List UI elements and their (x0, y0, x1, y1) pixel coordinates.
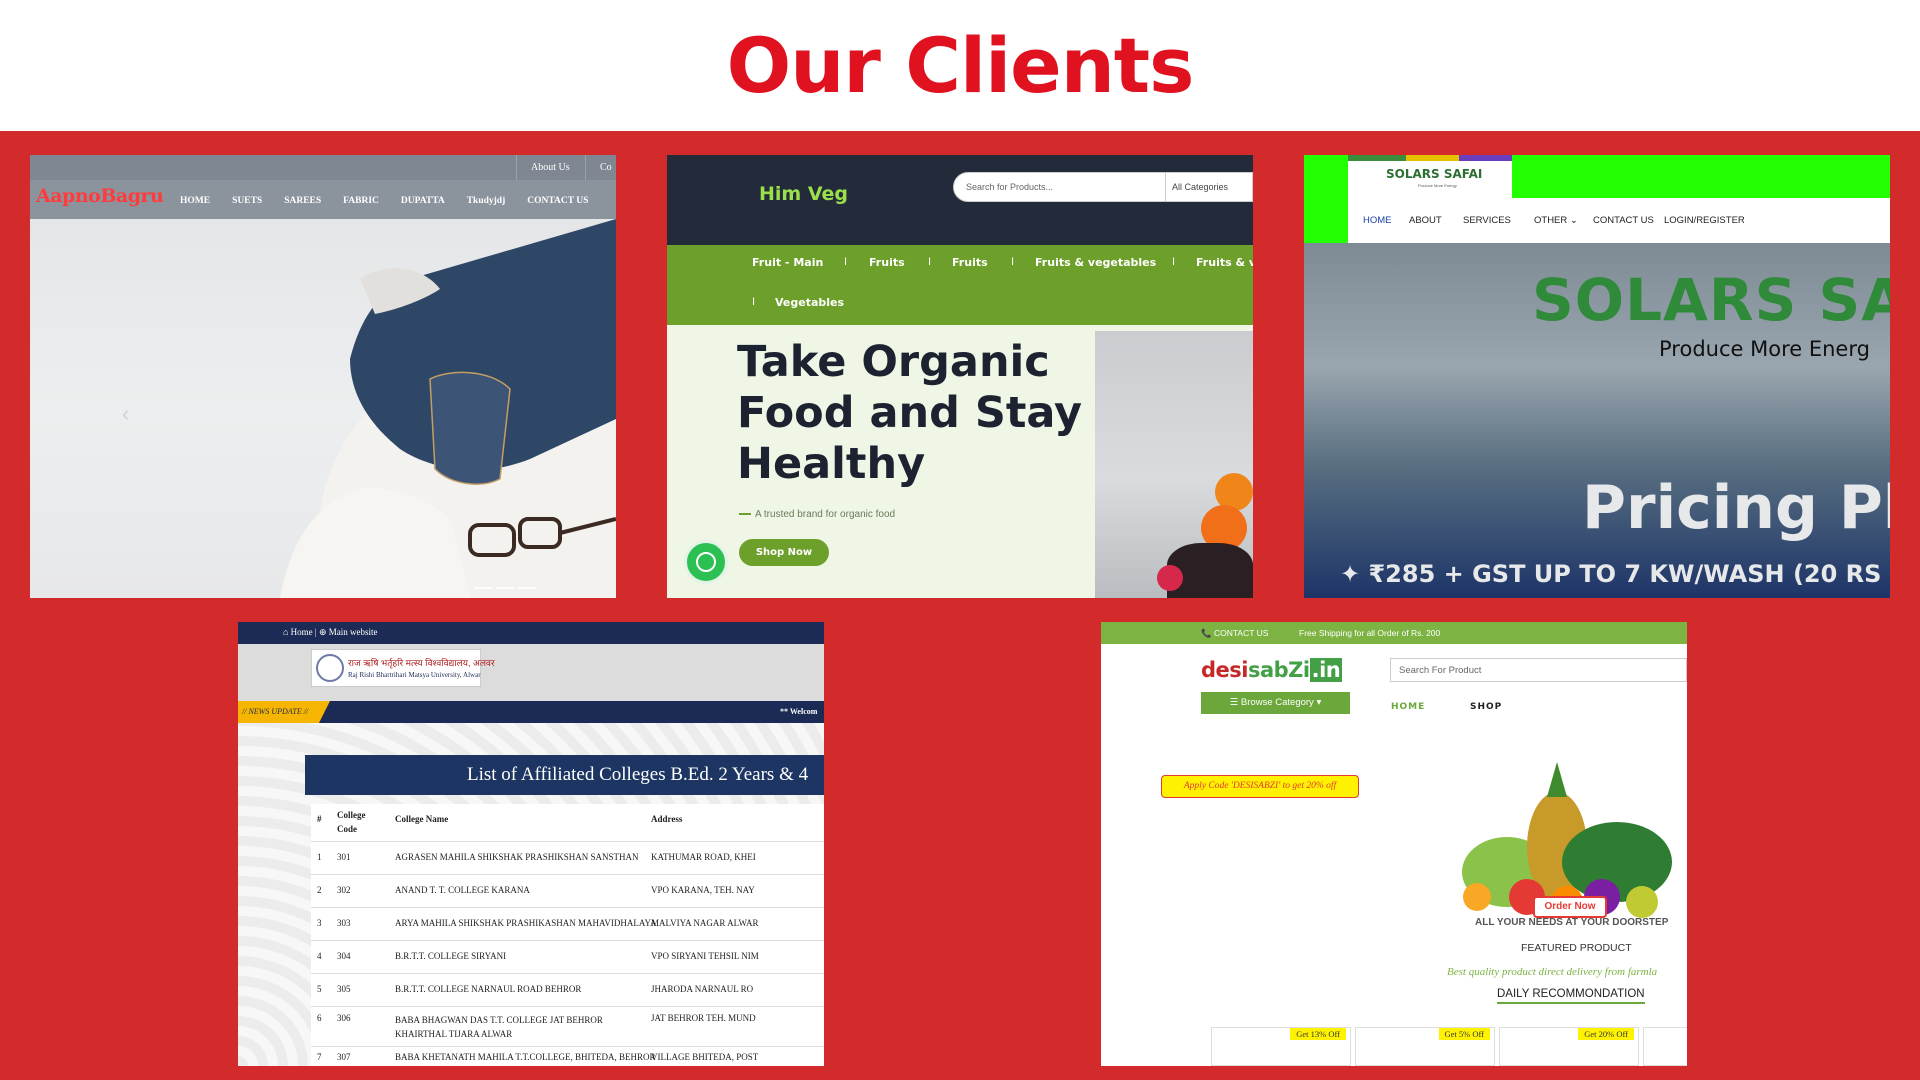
menu-tkudyjdj[interactable]: Tkudyjdj (467, 196, 506, 206)
menu-home[interactable]: HOME (1391, 702, 1425, 712)
client-card-desisabzi[interactable]: 📞 CONTACT US Free Shipping for all Order… (1101, 622, 1687, 1066)
price-offer: ✦ ₹285 + GST UP TO 7 KW/WASH (20 RS FOR (1340, 560, 1890, 588)
slider-prev-arrow[interactable]: ‹ (122, 401, 129, 427)
menu-about[interactable]: ABOUT (1409, 215, 1442, 226)
search-input[interactable]: Search for Products... (966, 182, 1053, 192)
hero-tagline: A trusted brand for organic food (739, 509, 895, 520)
news-update-label: // NEWS UPDATE // (238, 701, 330, 723)
table-row: 2 302 ANAND T. T. COLLEGE KARANA VPO KARANA… (311, 875, 824, 908)
vegetables-basket-image (1462, 762, 1672, 918)
client-card-aapnobagru[interactable]: About Us Co AapnoBagru HOME SUETS SAREES… (30, 155, 616, 598)
page-title: Our Clients (726, 21, 1195, 110)
search-box[interactable]: Search for Products... All Categories (953, 172, 1253, 202)
table-row: 5 305 B.R.T.T. COLLEGE NARNAUL ROAD BEHROR… (311, 974, 824, 1007)
shop-now-button[interactable]: Shop Now (739, 539, 829, 566)
category-select[interactable]: All Categories (1165, 173, 1253, 201)
product-card[interactable]: Get 13% Off (1211, 1027, 1351, 1066)
nav-fruits-vegetables[interactable]: Fruits & vegetables (1035, 256, 1156, 269)
table-row: 4 304 B.R.T.T. COLLEGE SIRYANI VPO SIRYANI … (311, 941, 824, 974)
contact-us-link[interactable]: 📞 CONTACT US (1201, 628, 1268, 639)
client-card-himveg[interactable]: Him Veg Search for Products... All Categ… (667, 155, 1253, 598)
client-card-matsya-university[interactable]: ⌂ Home | ⊕ Main website राज ऋषि भर्तृहरि… (238, 622, 824, 1066)
jeans-sweater-photo (280, 219, 616, 598)
site-logo[interactable]: AapnoBagru (36, 185, 164, 207)
category-nav: Fruit - Main I Fruits I Fruits I Fruits … (667, 245, 1253, 325)
menu-dupatta[interactable]: DUPATTA (401, 196, 445, 206)
list-heading: List of Affiliated Colleges B.Ed. 2 Year… (305, 755, 824, 795)
berry-shape (1157, 565, 1183, 591)
nav-fruits-2[interactable]: Fruits (952, 256, 988, 269)
hero-slider (30, 219, 616, 598)
home-links[interactable]: ⌂ Home | ⊕ Main website (283, 627, 377, 638)
table-row: 7 307 BABA KHETANATH MAHILA T.T.COLLEGE, B… (311, 1047, 824, 1066)
menu-other[interactable]: OTHER ⌄ (1534, 215, 1578, 226)
menu-sarees[interactable]: SAREES (284, 196, 321, 206)
site-logo[interactable]: SOLARS SAFAI Produce More Energy (1348, 155, 1512, 198)
doorstep-tagline: ALL YOUR NEEDS AT YOUR DOORSTEP (1475, 917, 1669, 928)
university-logo[interactable]: राज ऋषि भर्तृहरि मत्स्य विश्वविद्यालय, अ… (311, 649, 495, 687)
clients-page: Our Clients About Us Co AapnoBagru HOME … (0, 0, 1920, 1080)
nav-vegetables[interactable]: Vegetables (775, 296, 844, 309)
top-bar: About Us Co (30, 155, 616, 180)
table-row: 3 303 ARYA MAHILA SHIKSHAK PRASHIKASHAN MA… (311, 908, 824, 941)
table-row: 1 301 AGRASEN MAHILA SHIKSHAK PRASHIKSHAN … (311, 842, 824, 875)
menu-fabric[interactable]: FABRIC (343, 196, 379, 206)
hero-brand: SOLARS SA (1532, 266, 1890, 334)
pricing-heading: Pricing Pla (1582, 473, 1890, 543)
product-card[interactable]: Get 5% Off (1355, 1027, 1495, 1066)
menu-suets[interactable]: SUETS (232, 196, 262, 206)
table-header: # College Code College Name Address (311, 804, 824, 842)
top-bar: ⌂ Home | ⊕ Main website (238, 622, 824, 644)
hero-headline: Take Organic Food and Stay Healthy (737, 337, 1083, 489)
nav-fruits-ve[interactable]: Fruits & ve (1196, 256, 1253, 269)
discount-badge: Get 5% Off (1438, 1028, 1490, 1040)
whatsapp-icon[interactable] (684, 540, 728, 584)
discount-badge: Get 13% Off (1290, 1028, 1346, 1040)
shipping-notice: Free Shipping for all Order of Rs. 200 (1299, 628, 1441, 638)
menu-contact[interactable]: CONTACT US (1593, 215, 1654, 226)
main-menu: HOME SUETS SAREES FABRIC DUPATTA Tkudyjd… (180, 196, 588, 206)
daily-recommendation-heading: DAILY RECOMMONDATION (1497, 988, 1645, 1004)
menu-contact[interactable]: CONTACT US (527, 196, 588, 206)
featured-product-heading: FEATURED PRODUCT (1521, 942, 1632, 954)
colleges-table: # College Code College Name Address 1 301… (311, 804, 824, 1066)
top-bar: 📞 CONTACT US Free Shipping for all Order… (1101, 622, 1687, 644)
menu-services[interactable]: SERVICES (1463, 215, 1511, 226)
main-menu: HOME ABOUT SERVICES OTHER ⌄ CONTACT US L… (1348, 198, 1890, 243)
discount-badge: Get 20% Off (1578, 1028, 1634, 1040)
university-seal-icon (316, 654, 344, 682)
nav-fruit-main[interactable]: Fruit - Main (752, 256, 823, 269)
product-card[interactable] (1643, 1027, 1687, 1066)
browse-category-button[interactable]: ☰ Browse Category ▾ (1201, 692, 1350, 714)
order-now-button[interactable]: Order Now (1533, 896, 1607, 918)
site-logo[interactable]: desisabZi.in (1201, 658, 1343, 682)
table-row: 6 306 BABA BHAGWAN DAS T.T. COLLEGE JAT BE… (311, 1007, 824, 1047)
quality-tagline: Best quality product direct delivery fro… (1447, 966, 1658, 978)
promo-code-banner: Apply Code 'DESISABZI' to get 20% off (1161, 775, 1359, 798)
product-card[interactable]: Get 20% Off (1499, 1027, 1639, 1066)
hero-subtitle: Produce More Energ (1659, 337, 1870, 361)
nav-fruits-1[interactable]: Fruits (869, 256, 905, 269)
client-card-solars-safai[interactable]: SOLARS SAFAI Produce More Energy HOME AB… (1304, 155, 1890, 598)
slider-dots[interactable] (474, 587, 536, 589)
about-us-link[interactable]: About Us (516, 155, 584, 180)
menu-login[interactable]: LOGIN/REGISTER (1664, 215, 1745, 226)
search-input[interactable]: Search For Product (1390, 658, 1687, 682)
contact-link[interactable]: Co (585, 155, 616, 180)
ticker-text: ** Welcom (780, 707, 818, 716)
title-bar: Our Clients (0, 0, 1920, 131)
menu-home[interactable]: HOME (1363, 215, 1392, 226)
menu-shop[interactable]: SHOP (1470, 702, 1502, 712)
site-logo[interactable]: Him Veg (759, 183, 848, 205)
menu-home[interactable]: HOME (180, 196, 210, 206)
